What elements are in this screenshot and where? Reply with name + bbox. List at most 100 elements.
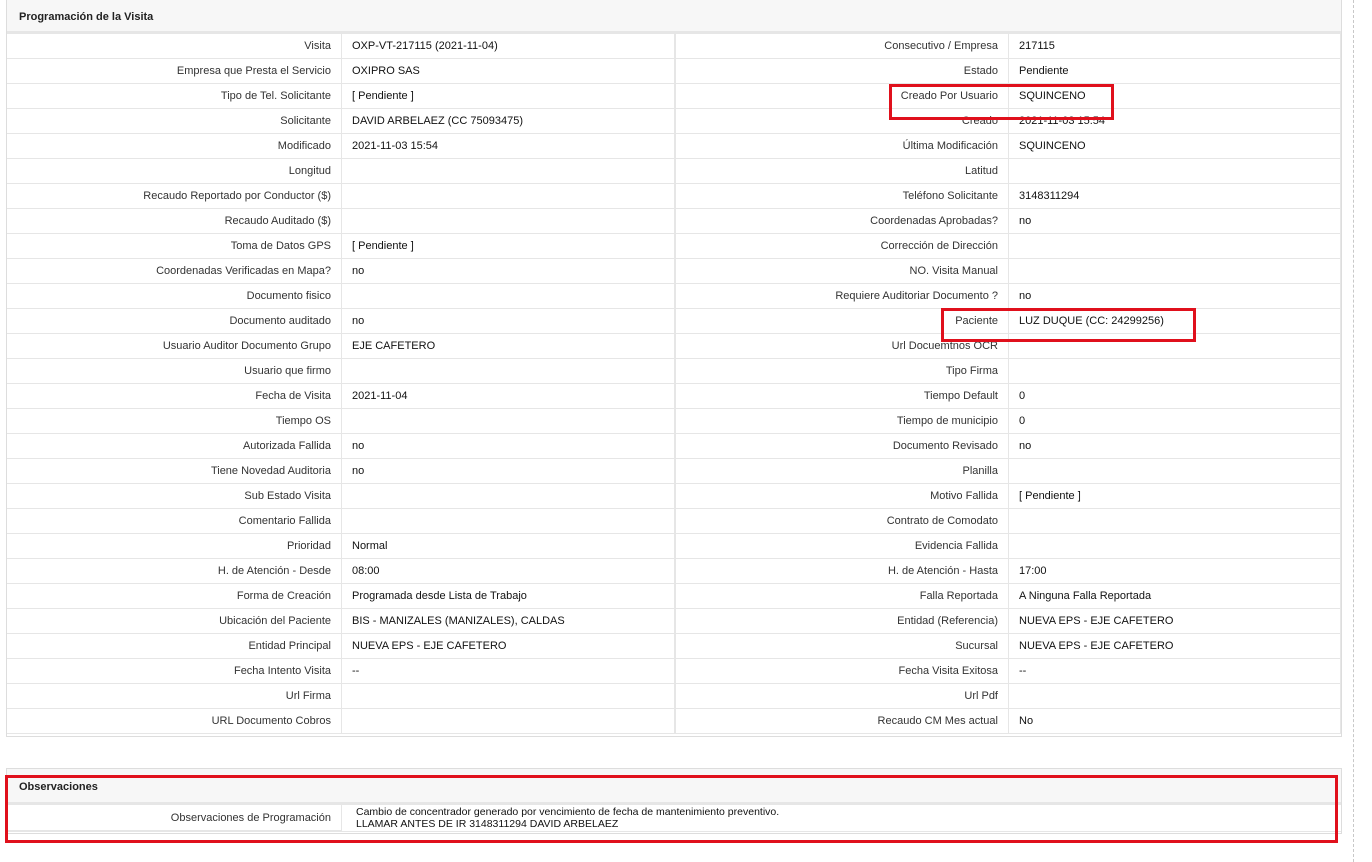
usuario-que-firmo-value xyxy=(341,359,675,384)
visit-details-grid: Visita OXP-VT-217115 (2021-11-04) Consecut… xyxy=(7,34,1341,734)
usuario-auditor-documento-grupo-value: EJE CAFETERO xyxy=(341,334,675,359)
empresa-que-presta-el-servicio-value: OXIPRO SAS xyxy=(341,59,675,84)
evidencia-fallida-value xyxy=(1008,534,1341,559)
entidad-principal-label: Entidad Principal xyxy=(7,634,341,659)
documento-fisico-label: Documento fisico xyxy=(7,284,341,309)
entidad-referencia-value: NUEVA EPS - EJE CAFETERO xyxy=(1008,609,1341,634)
falla-reportada-value: A Ninguna Falla Reportada xyxy=(1008,584,1341,609)
requiere-auditoriar-documento-label: Requiere Auditoriar Documento ? xyxy=(675,284,1008,309)
prioridad-value: Normal xyxy=(341,534,675,559)
visit-schedule-title: Programación de la Visita xyxy=(7,0,1341,34)
documento-fisico-value xyxy=(341,284,675,309)
sucursal-value: NUEVA EPS - EJE CAFETERO xyxy=(1008,634,1341,659)
tiene-novedad-auditoria-value: no xyxy=(341,459,675,484)
url-pdf-value xyxy=(1008,684,1341,709)
recaudo-cm-mes-actual-label: Recaudo CM Mes actual xyxy=(675,709,1008,734)
ubicacion-del-paciente-label: Ubicación del Paciente xyxy=(7,609,341,634)
recaudo-cm-mes-actual-value: No xyxy=(1008,709,1341,734)
url-documento-cobros-label: URL Documento Cobros xyxy=(7,709,341,734)
estado-label: Estado xyxy=(675,59,1008,84)
tipo-de-tel-solicitante-value: [ Pendiente ] xyxy=(341,84,675,109)
observations-title: Observaciones xyxy=(7,769,1341,805)
tiempo-default-label: Tiempo Default xyxy=(675,384,1008,409)
documento-revisado-value: no xyxy=(1008,434,1341,459)
contrato-de-comodato-value xyxy=(1008,509,1341,534)
tiempo-de-municipio-label: Tiempo de municipio xyxy=(675,409,1008,434)
autorizada-fallida-label: Autorizada Fallida xyxy=(7,434,341,459)
tiempo-os-label: Tiempo OS xyxy=(7,409,341,434)
fecha-de-visita-value: 2021-11-04 xyxy=(341,384,675,409)
motivo-fallida-value: [ Pendiente ] xyxy=(1008,484,1341,509)
autorizada-fallida-value: no xyxy=(341,434,675,459)
observations-label: Observaciones de Programación xyxy=(7,805,341,831)
motivo-fallida-label: Motivo Fallida xyxy=(675,484,1008,509)
recaudo-auditado-value xyxy=(341,209,675,234)
observations-row: Observaciones de Programación Cambio de … xyxy=(7,805,1341,832)
planilla-label: Planilla xyxy=(675,459,1008,484)
coordenadas-verificadas-en-mapa-label: Coordenadas Verificadas en Mapa? xyxy=(7,259,341,284)
forma-de-creacion-label: Forma de Creación xyxy=(7,584,341,609)
longitud-label: Longitud xyxy=(7,159,341,184)
tipo-firma-value xyxy=(1008,359,1341,384)
comentario-fallida-label: Comentario Fallida xyxy=(7,509,341,534)
telefono-solicitante-value: 3148311294 xyxy=(1008,184,1341,209)
visita-label: Visita xyxy=(7,34,341,59)
toma-de-datos-gps-label: Toma de Datos GPS xyxy=(7,234,341,259)
documento-auditado-value: no xyxy=(341,309,675,334)
tiene-novedad-auditoria-label: Tiene Novedad Auditoria xyxy=(7,459,341,484)
entidad-referencia-label: Entidad (Referencia) xyxy=(675,609,1008,634)
observations-panel: Observaciones Observaciones de Programac… xyxy=(6,768,1342,834)
estado-value: Pendiente xyxy=(1008,59,1341,84)
url-firma-value xyxy=(341,684,675,709)
latitud-label: Latitud xyxy=(675,159,1008,184)
contrato-de-comodato-label: Contrato de Comodato xyxy=(675,509,1008,534)
sub-estado-visita-label: Sub Estado Visita xyxy=(7,484,341,509)
documento-revisado-label: Documento Revisado xyxy=(675,434,1008,459)
consecutivo-empresa-label: Consecutivo / Empresa xyxy=(675,34,1008,59)
forma-de-creacion-value: Programada desde Lista de Trabajo xyxy=(341,584,675,609)
usuario-auditor-documento-grupo-label: Usuario Auditor Documento Grupo xyxy=(7,334,341,359)
comentario-fallida-value xyxy=(341,509,675,534)
url-pdf-label: Url Pdf xyxy=(675,684,1008,709)
fecha-de-visita-label: Fecha de Visita xyxy=(7,384,341,409)
solicitante-value: DAVID ARBELAEZ (CC 75093475) xyxy=(341,109,675,134)
prioridad-label: Prioridad xyxy=(7,534,341,559)
telefono-solicitante-label: Teléfono Solicitante xyxy=(675,184,1008,209)
correccion-de-direccion-label: Corrección de Dirección xyxy=(675,234,1008,259)
h-de-atencion-hasta-label: H. de Atención - Hasta xyxy=(675,559,1008,584)
ultima-modificacion-label: Última Modificación xyxy=(675,134,1008,159)
modificado-label: Modificado xyxy=(7,134,341,159)
ultima-modificacion-value: SQUINCENO xyxy=(1008,134,1341,159)
solicitante-label: Solicitante xyxy=(7,109,341,134)
tipo-de-tel-solicitante-label: Tipo de Tel. Solicitante xyxy=(7,84,341,109)
recaudo-auditado-label: Recaudo Auditado ($) xyxy=(7,209,341,234)
h-de-atencion-desde-label: H. de Atención - Desde xyxy=(7,559,341,584)
url-documento-cobros-value xyxy=(341,709,675,734)
longitud-value xyxy=(341,159,675,184)
creado-por-usuario-value: SQUINCENO xyxy=(1008,84,1341,109)
visit-schedule-panel: Programación de la Visita Visita OXP-VT-2… xyxy=(6,0,1342,737)
visita-value: OXP-VT-217115 (2021-11-04) xyxy=(341,34,675,59)
ubicacion-del-paciente-value: BIS - MANIZALES (MANIZALES), CALDAS xyxy=(341,609,675,634)
observations-line-2: LLAMAR ANTES DE IR 3148311294 DAVID ARBE… xyxy=(356,818,619,830)
tiempo-os-value xyxy=(341,409,675,434)
tiempo-de-municipio-value: 0 xyxy=(1008,409,1341,434)
entidad-principal-value: NUEVA EPS - EJE CAFETERO xyxy=(341,634,675,659)
page-boundary-guide xyxy=(1353,0,1354,862)
consecutivo-empresa-value: 217115 xyxy=(1008,34,1341,59)
no-visita-manual-label: NO. Visita Manual xyxy=(675,259,1008,284)
creado-value: 2021-11-03 15:54 xyxy=(1008,109,1341,134)
coordenadas-aprobadas-value: no xyxy=(1008,209,1341,234)
modificado-value: 2021-11-03 15:54 xyxy=(341,134,675,159)
no-visita-manual-value xyxy=(1008,259,1341,284)
usuario-que-firmo-label: Usuario que firmo xyxy=(7,359,341,384)
fecha-intento-visita-label: Fecha Intento Visita xyxy=(7,659,341,684)
tipo-firma-label: Tipo Firma xyxy=(675,359,1008,384)
evidencia-fallida-label: Evidencia Fallida xyxy=(675,534,1008,559)
sucursal-label: Sucursal xyxy=(675,634,1008,659)
falla-reportada-label: Falla Reportada xyxy=(675,584,1008,609)
fecha-visita-exitosa-value: -- xyxy=(1008,659,1341,684)
h-de-atencion-desde-value: 08:00 xyxy=(341,559,675,584)
requiere-auditoriar-documento-value: no xyxy=(1008,284,1341,309)
empresa-que-presta-el-servicio-label: Empresa que Presta el Servicio xyxy=(7,59,341,84)
